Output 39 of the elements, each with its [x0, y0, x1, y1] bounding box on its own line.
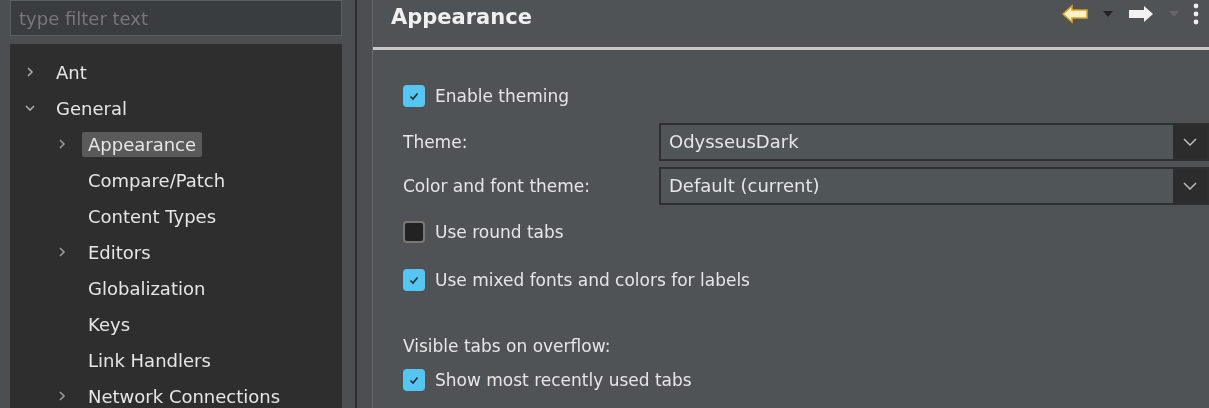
tree-item[interactable]: Network Connections — [82, 383, 287, 408]
tree-item[interactable]: Content Types — [82, 203, 223, 229]
chevron-down-icon[interactable] — [24, 102, 36, 114]
checkbox[interactable] — [403, 269, 425, 291]
checkbox[interactable] — [403, 369, 425, 391]
chevron-right-icon[interactable] — [56, 138, 68, 150]
section-label: Visible tabs on overflow: — [403, 336, 611, 356]
checkbox-label[interactable]: Use round tabs — [435, 222, 564, 242]
chevron-right-icon[interactable] — [24, 66, 36, 78]
field-label: Color and font theme: — [403, 176, 592, 196]
theme-dropdown[interactable]: Default (current) — [659, 167, 1209, 205]
splitter-bar[interactable] — [355, 0, 373, 408]
chevron-down-icon[interactable] — [1183, 138, 1197, 146]
tree-item[interactable]: Ant — [50, 59, 93, 85]
checkbox-label[interactable]: Show most recently used tabs — [435, 370, 692, 390]
forward-arrow-icon[interactable] — [1127, 3, 1155, 24]
tree-item[interactable]: Globalization — [82, 275, 212, 301]
chevron-right-icon[interactable] — [56, 390, 68, 402]
tree-item[interactable]: Editors — [82, 239, 157, 265]
tree-item[interactable]: Appearance — [82, 131, 203, 157]
page-title: Appearance — [391, 4, 532, 29]
checkbox[interactable] — [403, 85, 425, 107]
checkbox-label[interactable]: Use mixed fonts and colors for labels — [435, 270, 750, 290]
filter-field[interactable]: type filter text — [10, 0, 342, 36]
checkmark-icon — [408, 90, 420, 102]
field-label: Theme: — [403, 132, 469, 152]
back-arrow-icon[interactable] — [1061, 3, 1089, 24]
tree-item[interactable]: Link Handlers — [82, 347, 217, 373]
checkmark-icon — [408, 374, 420, 386]
checkbox-label[interactable]: Enable theming — [435, 86, 570, 106]
tree-item[interactable]: Compare/Patch — [82, 167, 232, 193]
tree-item[interactable]: General — [50, 95, 133, 121]
checkbox[interactable] — [403, 221, 425, 243]
theme-dropdown[interactable]: OdysseusDark — [659, 123, 1209, 161]
chevron-down-icon[interactable] — [1183, 182, 1197, 190]
more-icon[interactable] — [1193, 2, 1199, 25]
checkmark-icon — [408, 274, 420, 286]
tree-item[interactable]: Keys — [82, 311, 136, 337]
chevron-right-icon[interactable] — [56, 246, 68, 258]
